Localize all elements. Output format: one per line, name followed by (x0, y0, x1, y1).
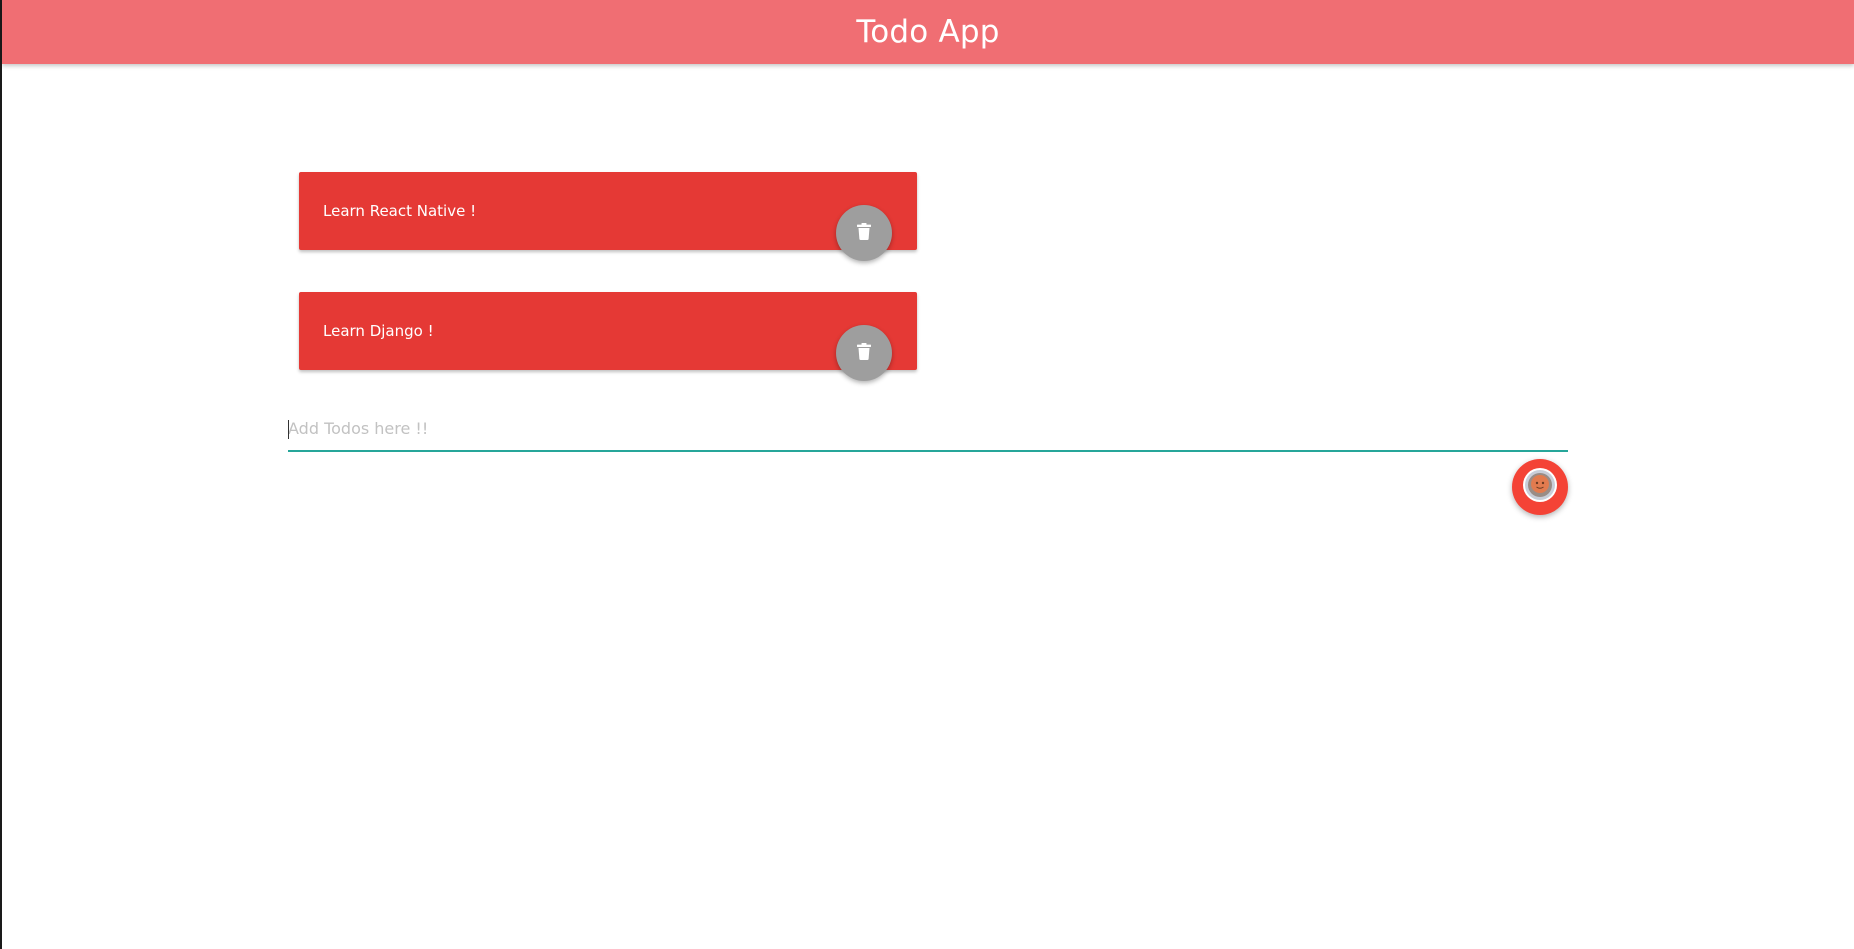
delete-todo-button[interactable] (836, 205, 892, 261)
add-todo-button[interactable] (1512, 459, 1568, 515)
text-caret (288, 420, 289, 439)
app-page: Todo App Learn React Native ! Learn Djan… (0, 0, 1854, 949)
todo-card: Learn React Native ! (299, 172, 917, 261)
todo-text: Learn React Native ! (323, 202, 477, 220)
trash-icon (857, 222, 871, 244)
window-edge (0, 0, 2, 949)
todo-text: Learn Django ! (323, 322, 434, 340)
delete-todo-button[interactable] (836, 325, 892, 381)
trash-icon (857, 342, 871, 364)
add-todo-form (288, 410, 1568, 452)
add-todo-input[interactable] (288, 410, 1568, 452)
todo-card: Learn Django ! (299, 292, 917, 381)
app-bar: Todo App (2, 0, 1854, 64)
avatar-icon (1522, 467, 1558, 507)
app-title: Todo App (856, 14, 1000, 50)
